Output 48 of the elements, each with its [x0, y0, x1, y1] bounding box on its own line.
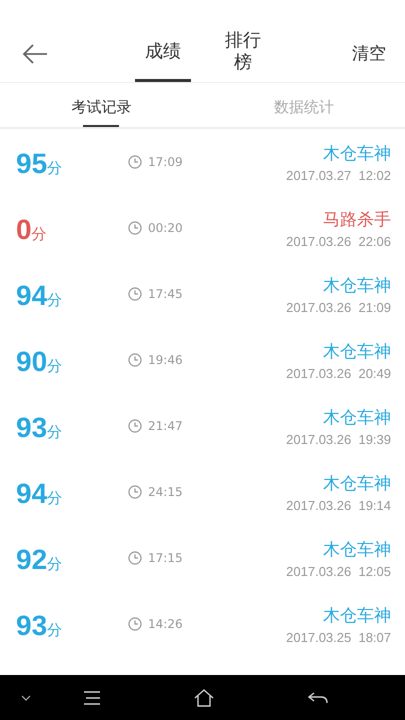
duration: 17:45 — [148, 287, 183, 301]
clock-icon — [128, 617, 142, 631]
date: 2017.03.26 19:14 — [286, 498, 391, 512]
clock-icon — [128, 155, 142, 169]
rank-title: 木仓车神 — [323, 340, 391, 362]
rank-title: 木仓车神 — [323, 604, 391, 626]
home-icon[interactable] — [194, 688, 214, 706]
chevron-down-icon[interactable] — [21, 694, 31, 700]
rank-title: 木仓车神 — [323, 538, 391, 560]
date: 2017.03.26 21:09 — [286, 300, 391, 314]
duration: 24:15 — [148, 485, 183, 499]
score: 92分 — [16, 544, 64, 576]
rank-title: 马路杀手 — [323, 208, 391, 230]
rank-title: 木仓车神 — [323, 406, 391, 428]
back-icon[interactable] — [22, 44, 48, 64]
tab[interactable]: 成绩 — [135, 25, 191, 82]
clock-icon — [128, 353, 142, 367]
clock-icon — [128, 287, 142, 301]
date: 2017.03.26 12:05 — [286, 564, 391, 578]
rank-title: 木仓车神 — [323, 472, 391, 494]
date: 2017.03.26 22:06 — [286, 234, 391, 248]
date: 2017.03.25 18:07 — [286, 630, 391, 644]
date: 2017.03.26 20:49 — [286, 366, 391, 380]
duration: 14:26 — [148, 617, 183, 631]
clock-icon — [128, 485, 142, 499]
score: 0分 — [16, 214, 48, 246]
duration: 17:09 — [148, 155, 183, 169]
date: 2017.03.26 19:39 — [286, 432, 391, 446]
score: 93分 — [16, 412, 64, 444]
score: 90分 — [16, 346, 64, 378]
menu-icon[interactable] — [83, 690, 101, 704]
duration: 21:47 — [148, 419, 183, 433]
score: 95分 — [16, 148, 64, 180]
tab[interactable]: 考试记录 — [71, 83, 132, 127]
score: 93分 — [16, 610, 64, 642]
clock-icon — [128, 221, 142, 235]
rank-title: 木仓车神 — [323, 274, 391, 296]
clock-icon — [128, 419, 142, 433]
score: 94分 — [16, 280, 64, 312]
date: 2017.03.27 12:02 — [286, 168, 391, 182]
duration: 19:46 — [148, 353, 183, 367]
clear-button[interactable]: 清空 — [352, 42, 386, 65]
duration: 00:20 — [148, 221, 183, 235]
duration: 17:15 — [148, 551, 183, 565]
score: 94分 — [16, 478, 64, 510]
clock-icon — [128, 551, 142, 565]
tab[interactable]: 排行榜 — [221, 25, 265, 82]
rank-title: 木仓车神 — [323, 142, 391, 164]
